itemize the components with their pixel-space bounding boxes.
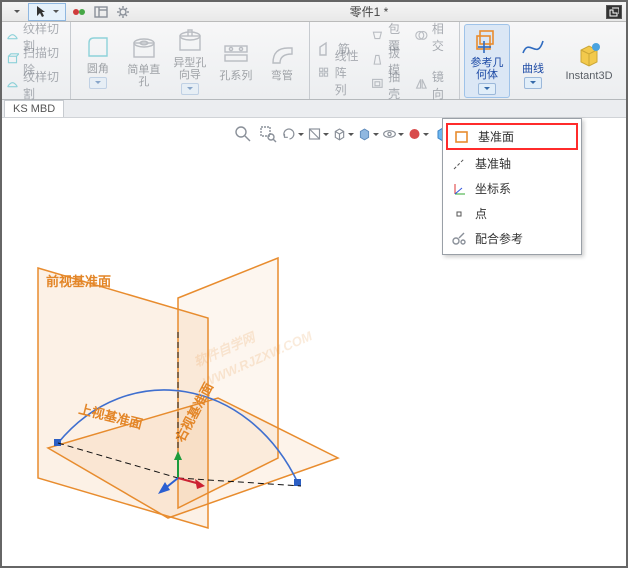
display-style-button[interactable] — [357, 124, 379, 144]
plane-icon — [454, 129, 470, 145]
shell-button[interactable]: 抽壳 — [371, 74, 407, 96]
ribbon: 纹样切割 扫描切除 纹样切割 圆角 简单直孔 异型孔向导 孔系列 弯管 — [2, 22, 626, 100]
reference-geometry-button[interactable]: 参考几何体 — [464, 24, 510, 98]
tab-ks-mbd[interactable]: KS MBD — [4, 100, 64, 117]
document-title: 零件1 * — [136, 3, 602, 20]
intersect-button[interactable]: 相交 — [415, 26, 451, 48]
section-view-button[interactable] — [307, 124, 329, 144]
tab-strip: KS MBD — [2, 100, 626, 118]
simple-hole-button[interactable]: 简单直孔 — [121, 24, 167, 98]
mate-ref-icon — [451, 231, 467, 247]
bend-button[interactable]: 弯管 — [259, 24, 305, 98]
csys-icon — [451, 181, 467, 197]
edit-appearance-button[interactable] — [407, 124, 429, 144]
hole-series-button[interactable]: 孔系列 — [213, 24, 259, 98]
restore-window-button[interactable] — [606, 5, 622, 19]
heads-up-view-toolbar — [232, 124, 454, 144]
quick-access-toolbar — [2, 2, 136, 21]
mirror-button[interactable]: 镜向 — [415, 74, 451, 96]
menu-item-mate-reference[interactable]: 配合参考 — [443, 226, 581, 251]
point-icon — [451, 206, 467, 222]
linear-pattern-button[interactable]: 线性阵 列 — [318, 62, 364, 84]
menu-item-plane[interactable]: 基准面 — [446, 123, 578, 150]
reference-planes-scene: 前视基准面 上视基准面 右视基准面 软件自学网 WWW.RJZXW.COM — [18, 228, 358, 578]
reference-geometry-menu: 基准面 基准轴 坐标系 点 配合参考 — [442, 118, 582, 255]
cut-label: 纹样切割 — [23, 68, 62, 102]
menu-item-axis[interactable]: 基准轴 — [443, 151, 581, 176]
previous-view-button[interactable] — [282, 124, 304, 144]
menu-item-point[interactable]: 点 — [443, 201, 581, 226]
menu-item-csys[interactable]: 坐标系 — [443, 176, 581, 201]
front-plane-label: 前视基准面 — [46, 274, 111, 289]
axis-icon — [451, 156, 467, 172]
instant3d-button[interactable]: Instant3D — [556, 24, 622, 98]
hole-wizard-dropdown[interactable] — [181, 83, 199, 95]
curves-dropdown[interactable] — [524, 77, 542, 89]
fillet-button[interactable]: 圆角 — [75, 24, 121, 98]
cut-features-list: 纹样切割 扫描切除 纹样切割 — [2, 24, 66, 98]
zoom-fit-button[interactable] — [232, 124, 254, 144]
swept-cut-3[interactable]: 纹样切割 — [6, 74, 62, 96]
hole-wizard-button[interactable]: 异型孔向导 — [167, 24, 213, 98]
view-orientation-button[interactable] — [332, 124, 354, 144]
panel-toggle-button[interactable] — [92, 4, 110, 20]
hide-show-button[interactable] — [382, 124, 404, 144]
qat-customize-button[interactable] — [6, 4, 24, 20]
zoom-area-button[interactable] — [257, 124, 279, 144]
title-bar: 零件1 * — [2, 2, 626, 22]
select-cursor-button[interactable] — [28, 3, 66, 21]
curves-button[interactable]: 曲线 — [510, 24, 556, 98]
settings-gear-button[interactable] — [114, 4, 132, 20]
color-swatch-button[interactable] — [70, 4, 88, 20]
window-controls — [602, 5, 626, 19]
graphics-viewport[interactable]: 基准面 基准轴 坐标系 点 配合参考 — [2, 118, 626, 566]
reference-geometry-dropdown[interactable] — [478, 83, 496, 95]
fillet-dropdown[interactable] — [89, 77, 107, 89]
